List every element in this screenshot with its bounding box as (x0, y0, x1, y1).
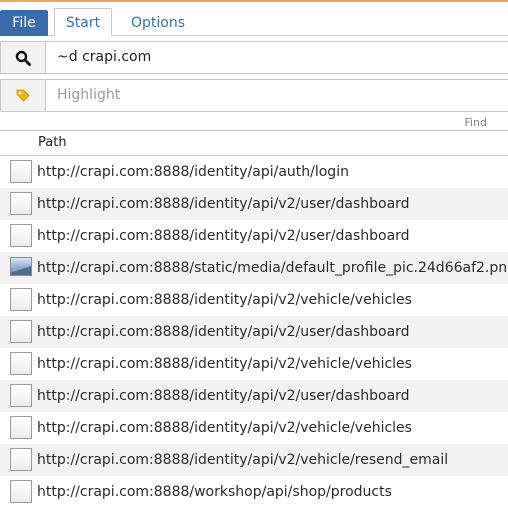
column-header-path[interactable]: Path (38, 135, 67, 150)
file-icon (10, 192, 32, 215)
row-url: http://crapi.com:8888/workshop/api/shop/… (37, 484, 392, 500)
file-icon (10, 288, 32, 311)
find-label[interactable]: Find (464, 116, 487, 129)
ribbon-tabs: File Start Options (0, 6, 508, 36)
file-icon (10, 448, 32, 471)
table-row[interactable]: http://crapi.com:8888/identity/api/v2/ve… (0, 444, 508, 476)
table-row[interactable]: http://crapi.com:8888/identity/api/v2/us… (0, 316, 508, 348)
table-row[interactable]: http://crapi.com:8888/identity/api/v2/us… (0, 380, 508, 412)
row-url: http://crapi.com:8888/static/media/defau… (37, 260, 508, 276)
table-row[interactable]: http://crapi.com:8888/identity/api/v2/us… (0, 220, 508, 252)
table-row[interactable]: http://crapi.com:8888/identity/api/v2/us… (0, 188, 508, 220)
table-row[interactable]: http://crapi.com:8888/identity/api/v2/ve… (0, 412, 508, 444)
row-url: http://crapi.com:8888/identity/api/auth/… (37, 164, 349, 180)
request-list: http://crapi.com:8888/identity/api/auth/… (0, 156, 508, 508)
file-icon (10, 480, 32, 503)
row-url: http://crapi.com:8888/identity/api/v2/us… (37, 228, 410, 244)
search-button[interactable] (1, 42, 46, 73)
tab-options[interactable]: Options (122, 10, 194, 36)
search-input[interactable]: ~d crapi.com (57, 42, 151, 73)
highlight-input[interactable]: Highlight (57, 80, 120, 111)
search-icon (15, 50, 31, 66)
row-url: http://crapi.com:8888/identity/api/v2/us… (37, 388, 410, 404)
table-row[interactable]: http://crapi.com:8888/identity/api/v2/ve… (0, 348, 508, 380)
file-icon (10, 224, 32, 247)
tab-file[interactable]: File (0, 10, 48, 36)
file-icon (10, 352, 32, 375)
file-icon (10, 416, 32, 439)
row-url: http://crapi.com:8888/identity/api/v2/ve… (37, 292, 412, 308)
tab-start[interactable]: Start (54, 8, 112, 36)
table-row[interactable]: http://crapi.com:8888/identity/api/auth/… (0, 156, 508, 188)
row-url: http://crapi.com:8888/identity/api/v2/ve… (37, 420, 412, 436)
image-icon (10, 257, 32, 276)
table-row[interactable]: http://crapi.com:8888/identity/api/v2/ve… (0, 284, 508, 316)
file-icon (10, 320, 32, 343)
table-row[interactable]: http://crapi.com:8888/static/media/defau… (0, 252, 508, 284)
file-icon (10, 160, 32, 183)
file-icon (10, 384, 32, 407)
tag-icon (16, 89, 30, 102)
row-url: http://crapi.com:8888/identity/api/v2/ve… (37, 452, 449, 468)
row-url: http://crapi.com:8888/identity/api/v2/ve… (37, 356, 412, 372)
row-url: http://crapi.com:8888/identity/api/v2/us… (37, 324, 410, 340)
table-header: Path (0, 130, 508, 156)
row-url: http://crapi.com:8888/identity/api/v2/us… (37, 196, 410, 212)
search-bar: ~d crapi.com (0, 41, 508, 74)
highlight-bar: Highlight (0, 79, 508, 112)
table-row[interactable]: http://crapi.com:8888/workshop/api/shop/… (0, 476, 508, 508)
highlight-button[interactable] (1, 80, 46, 111)
window-top-strip (0, 0, 508, 2)
